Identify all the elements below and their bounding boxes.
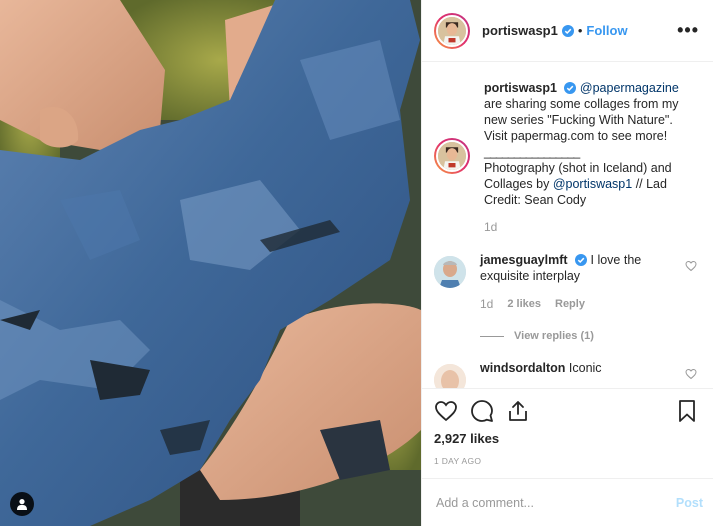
commenter-avatar-image (434, 364, 466, 388)
caption-body-1: are sharing some collages from my new se… (484, 97, 679, 143)
comment-text: Iconic (568, 361, 602, 375)
post-header: portiswasp1 • Follow ••• (422, 0, 713, 62)
commenter-avatar-image (434, 256, 466, 288)
commenter-avatar[interactable] (434, 364, 466, 388)
caption-rule: ________________ (484, 145, 580, 159)
like-heart-icon[interactable] (434, 399, 458, 423)
commenter-avatar[interactable] (434, 256, 466, 288)
comment-username[interactable]: windsordalton (480, 361, 565, 375)
post-photo (0, 0, 421, 526)
user-tag-button[interactable] (10, 492, 34, 516)
comment-body: windsordalton Iconic (480, 360, 676, 388)
follow-button[interactable]: Follow (586, 23, 627, 38)
comment-item: jamesguaylmft I love the exquisite inter… (434, 252, 699, 312)
comment-timestamp[interactable]: 1d (480, 296, 493, 312)
verified-badge-icon (575, 254, 588, 266)
add-comment-bar: Post (422, 478, 713, 526)
comment-body: jamesguaylmft I love the exquisite inter… (480, 252, 676, 312)
share-icon[interactable] (506, 399, 530, 423)
caption-mention-papermagazine[interactable]: @papermagazine (580, 81, 679, 95)
save-bookmark-icon[interactable] (675, 399, 699, 423)
comment-like-heart-icon[interactable] (685, 260, 697, 272)
author-avatar[interactable] (434, 12, 470, 49)
comment-item: windsordalton Iconic (434, 360, 699, 388)
post-comment-button[interactable]: Post (676, 496, 703, 510)
view-replies-line (480, 335, 504, 337)
comment-username[interactable]: jamesguaylmft (480, 253, 568, 267)
header-separator: • (577, 23, 583, 38)
more-options-button[interactable]: ••• (677, 20, 699, 41)
add-comment-input[interactable] (436, 495, 676, 510)
user-tag-icon (17, 499, 27, 510)
post-actions: 2,927 likes 1 DAY AGO (422, 388, 713, 478)
caption-timestamp[interactable]: 1d (484, 220, 699, 234)
caption: portiswasp1 @papermagazine are sharing s… (434, 80, 699, 208)
comments-list[interactable]: portiswasp1 @papermagazine are sharing s… (422, 62, 713, 388)
caption-avatar-image (438, 142, 466, 170)
comment-meta: 1d 2 likes Reply (480, 296, 676, 312)
action-icons (434, 397, 699, 425)
caption-username[interactable]: portiswasp1 (484, 81, 557, 95)
post-date[interactable]: 1 DAY AGO (434, 456, 699, 466)
view-replies-label: View replies (1) (514, 330, 594, 342)
view-replies-button[interactable]: View replies (1) (480, 330, 699, 342)
caption-avatar[interactable] (434, 138, 470, 174)
comment-bubble-icon[interactable] (470, 399, 494, 423)
post-media[interactable] (0, 0, 421, 526)
post-dialog: portiswasp1 • Follow ••• portiswasp1 @pa… (0, 0, 713, 526)
caption-text: portiswasp1 @papermagazine are sharing s… (484, 80, 690, 208)
author-username[interactable]: portiswasp1 (482, 23, 558, 38)
comment-likes-count[interactable]: 2 likes (507, 296, 541, 312)
post-side-panel: portiswasp1 • Follow ••• portiswasp1 @pa… (421, 0, 713, 526)
comment-reply-button[interactable]: Reply (555, 296, 585, 312)
likes-count[interactable]: 2,927 likes (434, 431, 699, 446)
author-avatar-image (438, 16, 466, 45)
verified-badge-icon (564, 82, 577, 94)
caption-mention-portiswasp1[interactable]: @portiswasp1 (553, 177, 632, 191)
verified-badge-icon (561, 24, 574, 37)
comment-like-heart-icon[interactable] (685, 368, 697, 380)
